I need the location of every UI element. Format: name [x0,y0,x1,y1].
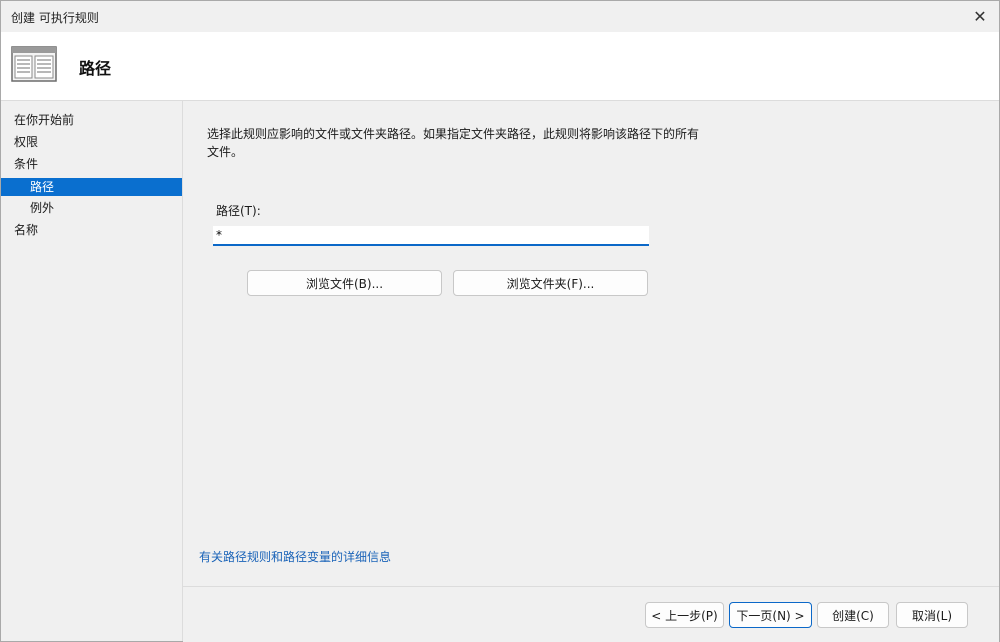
instructions-text: 选择此规则应影响的文件或文件夹路径。如果指定文件夹路径，此规则将影响该路径下的所… [207,127,700,159]
path-field-label: 路径(T): [216,204,261,218]
title-bar: 创建 可执行规则 ✕ [1,1,999,32]
browse-files-label: 浏览文件(B)... [305,276,384,291]
sidebar-item-label: 权限 [14,135,39,149]
window-title: 创建 可执行规则 [11,11,99,25]
sidebar-item-name[interactable]: 名称 [1,221,182,239]
browse-folders-label: 浏览文件夹(F)... [506,276,595,291]
create-button[interactable]: 创建(C) [817,602,889,628]
cancel-button[interactable]: 取消(L) [896,602,968,628]
sidebar-item-path[interactable]: 路径 [1,178,182,196]
close-icon: ✕ [973,7,987,26]
previous-button[interactable]: < 上一步(P) [645,602,724,628]
main-content: 选择此规则应影响的文件或文件夹路径。如果指定文件夹路径，此规则将影响该路径下的所… [183,101,999,585]
sidebar-item-label: 路径 [30,180,55,194]
dialog-window: 创建 可执行规则 ✕ 路径 在你开始前 权限 条件 路径 例外 名称 选择此规则… [0,0,1000,642]
sidebar-item-label: 在你开始前 [14,113,75,127]
create-button-label: 创建(C) [832,608,874,623]
path-rules-help-link[interactable]: 有关路径规则和路径变量的详细信息 [199,548,391,565]
window-pages-icon [11,46,57,82]
sidebar-item-before-you-begin[interactable]: 在你开始前 [1,111,182,129]
sidebar-item-exceptions[interactable]: 例外 [1,199,182,217]
next-button[interactable]: 下一页(N) > [729,602,812,628]
close-button[interactable]: ✕ [961,1,999,32]
sidebar-item-label: 名称 [14,223,39,237]
browse-folders-button[interactable]: 浏览文件夹(F)... [453,270,648,296]
browse-files-button[interactable]: 浏览文件(B)... [247,270,442,296]
next-button-label: 下一页(N) > [736,608,805,623]
cancel-button-label: 取消(L) [911,608,953,623]
header-banner: 路径 [1,32,999,101]
page-title: 路径 [79,59,112,78]
wizard-footer: < 上一步(P) 下一页(N) > 创建(C) 取消(L) [183,586,999,642]
previous-button-label: < 上一步(P) [651,608,718,623]
sidebar-item-permissions[interactable]: 权限 [1,133,182,151]
wizard-steps-sidebar: 在你开始前 权限 条件 路径 例外 名称 [1,101,183,641]
sidebar-item-conditions[interactable]: 条件 [1,155,182,173]
path-input[interactable] [213,226,649,246]
sidebar-item-label: 条件 [14,157,39,171]
sidebar-item-label: 例外 [30,201,55,215]
